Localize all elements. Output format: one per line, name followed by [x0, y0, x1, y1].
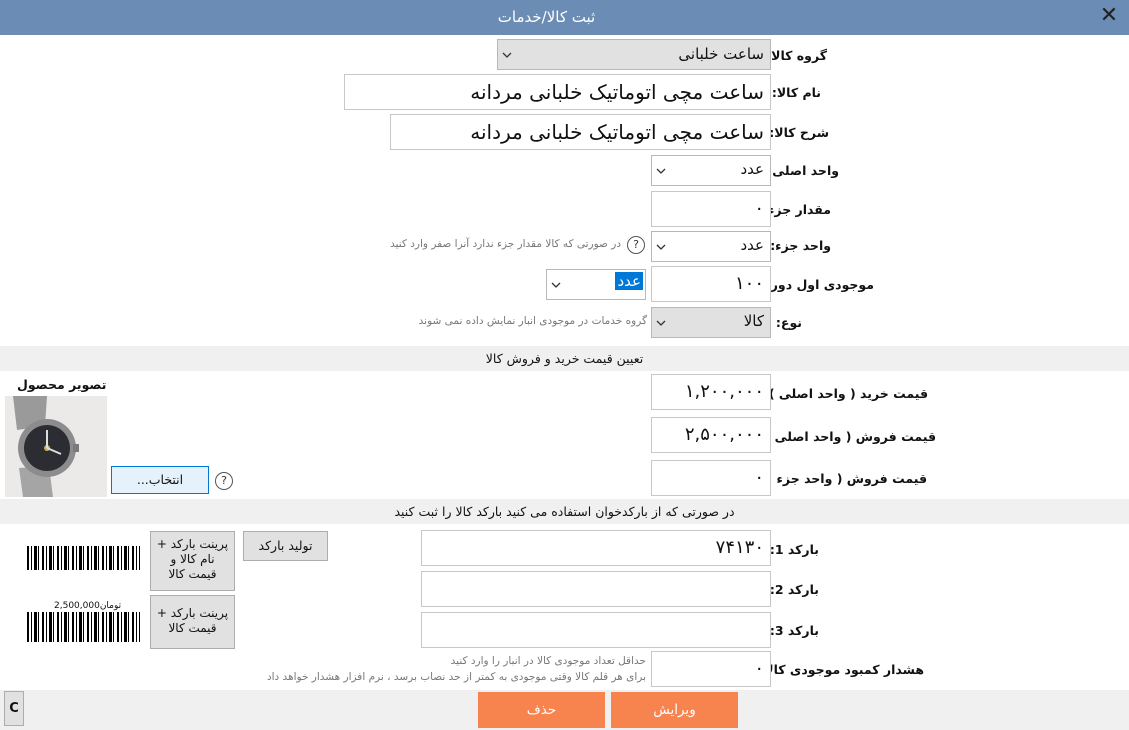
barcode1-label: بارکد 1:	[769, 542, 819, 557]
group-select[interactable]: ساعت خلبانی	[497, 39, 771, 70]
c-button[interactable]: C	[4, 691, 24, 726]
sale-price-main-input[interactable]: ۲,۵۰۰,۰۰۰	[651, 417, 771, 453]
generate-barcode-button[interactable]: تولید بارکد	[243, 531, 328, 561]
name-input[interactable]: ساعت مچی اتوماتیک خلبانی مردانه	[344, 74, 771, 110]
pricing-section-header: تعیین قیمت خرید و فروش کالا	[0, 346, 1129, 371]
barcode-preview-price	[27, 612, 140, 642]
low-stock-value: ۰	[754, 658, 764, 679]
sale-price-part-label: قیمت فروش ( واحد جزء ) :	[757, 471, 927, 486]
sale-price-part-value: ۰	[754, 467, 764, 488]
low-stock-label: هشدار کمبود موجودی کالا:	[759, 662, 924, 677]
main-unit-select[interactable]: عدد	[651, 155, 771, 186]
sale-price-part-input[interactable]: ۰	[651, 460, 771, 496]
low-stock-hint-1: حداقل تعداد موجودی کالا در انبار را وارد…	[450, 655, 646, 667]
purchase-price-label: قیمت خرید ( واحد اصلی ) :	[759, 386, 928, 401]
edit-button[interactable]: ویرایش	[611, 692, 738, 728]
opening-stock-value: ۱۰۰	[734, 273, 764, 294]
opening-stock-label: موجودی اول دوره:	[758, 277, 874, 292]
type-label: نوع:	[775, 315, 802, 330]
barcode-preview-name-price	[27, 546, 140, 570]
part-amount-input[interactable]: ۰	[651, 191, 771, 227]
barcode-preview-currency: تومان	[99, 601, 122, 611]
main-unit-label: واحد اصلی:	[767, 163, 839, 178]
purchase-price-value: ۱,۲۰۰,۰۰۰	[684, 381, 764, 402]
barcode3-label: بارکد 3:	[769, 623, 819, 638]
barcode3-input[interactable]	[421, 612, 771, 648]
product-image	[5, 396, 107, 497]
barcode2-label: بارکد 2:	[769, 582, 819, 597]
barcode-section-header: در صورتی که از بارکدخوان استفاده می کنید…	[0, 499, 1129, 524]
purchase-price-input[interactable]: ۱,۲۰۰,۰۰۰	[651, 374, 771, 410]
name-label: نام کالا:	[771, 85, 821, 100]
description-value: ساعت مچی اتوماتیک خلبانی مردانه	[470, 120, 764, 144]
main-unit-value: عدد	[740, 160, 764, 178]
print-barcode-name-price-button[interactable]: پرینت بارکد + نام کالا و قیمت کالا	[150, 531, 235, 591]
close-icon[interactable]: ✕	[1097, 4, 1121, 28]
barcode-preview-price: 2,500,000	[54, 601, 100, 611]
opening-stock-unit-value: عدد	[615, 272, 643, 290]
choose-image-button[interactable]: انتخاب...	[111, 466, 209, 494]
type-value: کالا	[743, 312, 764, 330]
watch-image	[5, 396, 107, 497]
barcode-section-title: در صورتی که از بارکدخوان استفاده می کنید…	[394, 504, 735, 519]
part-amount-label: مقدار جزء:	[763, 202, 831, 217]
low-stock-input[interactable]: ۰	[651, 651, 771, 687]
window-title: ثبت کالا/خدمات	[497, 8, 596, 26]
chevron-down-icon	[656, 168, 666, 174]
barcode1-value: ۷۴۱۳۰	[715, 537, 764, 558]
opening-stock-input[interactable]: ۱۰۰	[651, 266, 771, 302]
type-select[interactable]: کالا	[651, 307, 771, 338]
help-icon[interactable]: ?	[627, 236, 645, 254]
description-input[interactable]: ساعت مچی اتوماتیک خلبانی مردانه	[390, 114, 771, 150]
name-value: ساعت مچی اتوماتیک خلبانی مردانه	[470, 80, 764, 104]
description-label: شرح کالا:	[769, 125, 829, 140]
group-value: ساعت خلبانی	[678, 45, 764, 63]
part-amount-value: ۰	[754, 198, 764, 219]
part-unit-label: واحد جزء:	[770, 238, 831, 253]
product-image-title: تصویر محصول	[17, 377, 107, 392]
delete-button[interactable]: حذف	[478, 692, 605, 728]
group-label: گروه کالا:	[766, 48, 827, 63]
chevron-down-icon	[656, 244, 666, 250]
part-unit-value: عدد	[740, 236, 764, 254]
barcode-preview-price-text: 2,500,000تومان	[54, 601, 121, 611]
low-stock-hint-2: برای هر قلم کالا وقتی موجودی به کمتر از …	[266, 671, 646, 683]
barcode2-input[interactable]	[421, 571, 771, 607]
sale-price-main-label: قیمت فروش ( واحد اصلی ) :	[755, 429, 936, 444]
chevron-down-icon	[551, 282, 561, 288]
opening-stock-unit-select[interactable]: عدد	[546, 269, 646, 300]
part-unit-hint: در صورتی که کالا مقدار جزء ندارد آنرا صف…	[390, 238, 621, 250]
part-unit-select[interactable]: عدد	[651, 231, 771, 262]
barcode1-input[interactable]: ۷۴۱۳۰	[421, 530, 771, 566]
chevron-down-icon	[656, 320, 666, 326]
title-bar: ثبت کالا/خدمات ✕	[0, 0, 1129, 35]
sale-price-main-value: ۲,۵۰۰,۰۰۰	[684, 424, 764, 445]
chevron-down-icon	[502, 52, 512, 58]
help-icon[interactable]: ?	[215, 472, 233, 490]
type-hint: گروه خدمات در موجودی انبار نمایش داده نم…	[418, 315, 647, 327]
print-barcode-price-button[interactable]: پرینت بارکد + قیمت کالا	[150, 595, 235, 649]
pricing-section-title: تعیین قیمت خرید و فروش کالا	[485, 351, 644, 366]
